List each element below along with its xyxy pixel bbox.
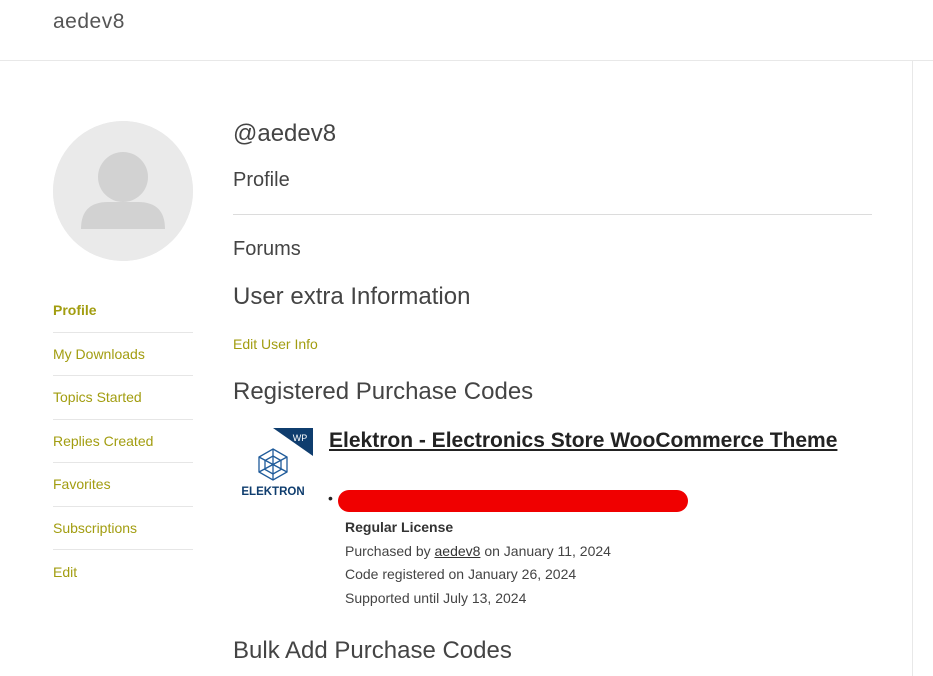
avatar bbox=[53, 121, 193, 261]
section-divider bbox=[233, 214, 872, 215]
sidebar-item-profile[interactable]: Profile bbox=[53, 289, 193, 333]
sidebar-item-label[interactable]: Profile bbox=[53, 302, 97, 318]
product-title-link[interactable]: Elektron - Electronics Store WooCommerce… bbox=[329, 428, 849, 453]
product-thumbnail[interactable]: WP ELEKTRON bbox=[233, 428, 313, 500]
sidebar-item-replies-created[interactable]: Replies Created bbox=[53, 420, 193, 463]
license-type: Regular License bbox=[345, 519, 454, 535]
sidebar-item-subscriptions[interactable]: Subscriptions bbox=[53, 507, 193, 550]
sidebar-item-label[interactable]: Subscriptions bbox=[53, 520, 137, 536]
buyer-link[interactable]: aedev8 bbox=[435, 543, 481, 559]
sidebar-item-label[interactable]: My Downloads bbox=[53, 346, 145, 362]
sidebar-item-topics-started[interactable]: Topics Started bbox=[53, 376, 193, 420]
user-extra-info-heading: User extra Information bbox=[233, 283, 471, 310]
thumbnail-brand-text: ELEKTRON bbox=[241, 486, 304, 498]
purchased-by-prefix: Purchased by bbox=[345, 542, 431, 559]
purchase-info-line: Purchased by aedev8 on January 11, 2024 bbox=[345, 540, 611, 564]
sidebar-item-label[interactable]: Replies Created bbox=[53, 433, 153, 449]
edit-user-info-link[interactable]: Edit User Info bbox=[233, 336, 318, 352]
code-registered-date: Code registered on January 26, 2024 bbox=[345, 566, 577, 582]
profile-heading: Profile bbox=[233, 169, 290, 191]
default-user-icon bbox=[53, 121, 193, 261]
supported-until-date: Supported until July 13, 2024 bbox=[345, 589, 527, 606]
redacted-purchase-code bbox=[338, 490, 688, 512]
sidebar-item-my-downloads[interactable]: My Downloads bbox=[53, 333, 193, 376]
wp-badge-text: WP bbox=[293, 433, 308, 443]
sidebar-item-label[interactable]: Favorites bbox=[53, 476, 111, 492]
license-details: Regular License Purchased by aedev8 on J… bbox=[345, 516, 611, 610]
purchase-date: on January 11, 2024 bbox=[484, 542, 611, 559]
sidebar-item-edit[interactable]: Edit bbox=[53, 550, 193, 594]
list-bullet: • bbox=[328, 490, 333, 506]
profile-sidebar-nav: Profile My Downloads Topics Started Repl… bbox=[53, 289, 193, 594]
site-header: aedev8 bbox=[0, 0, 933, 61]
user-handle: @aedev8 bbox=[233, 120, 337, 147]
bulk-add-purchase-codes-heading: Bulk Add Purchase Codes bbox=[233, 637, 512, 664]
site-title[interactable]: aedev8 bbox=[53, 10, 125, 34]
sidebar-item-favorites[interactable]: Favorites bbox=[53, 463, 193, 507]
content-right-border bbox=[912, 61, 913, 676]
sidebar-item-label[interactable]: Topics Started bbox=[53, 389, 142, 405]
sidebar-item-label[interactable]: Edit bbox=[53, 564, 77, 580]
registered-purchase-codes-heading: Registered Purchase Codes bbox=[233, 378, 534, 405]
forums-heading: Forums bbox=[233, 238, 301, 260]
